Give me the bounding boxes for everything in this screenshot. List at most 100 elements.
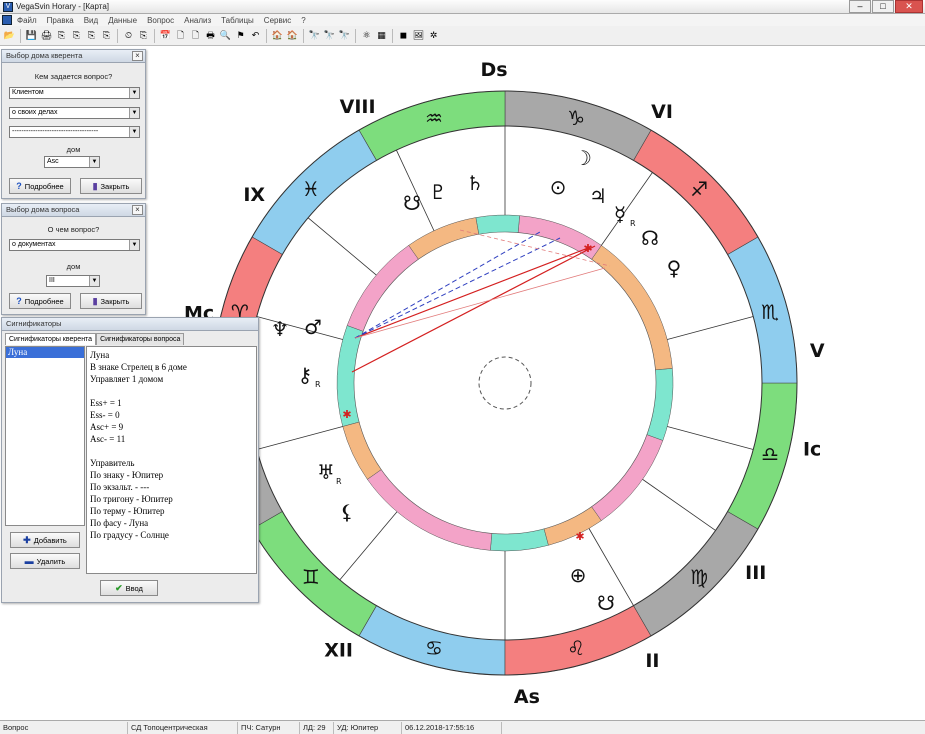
toolbar-button-16-icon[interactable]: 🏠 — [271, 29, 284, 42]
detail-line: Управляет 1 домом — [90, 374, 164, 384]
question-house-select[interactable]: III ▼ — [46, 275, 100, 287]
toolbar-button-5-icon[interactable]: ⎘ — [85, 29, 98, 42]
help-icon: ? — [16, 181, 22, 191]
delete-button[interactable]: ▬ Удалить — [10, 553, 80, 569]
question-close-button[interactable]: ▮ Закрыть — [80, 293, 142, 309]
lilith-planet-icon: ⚸ — [340, 500, 355, 524]
status-datetime: 06.12.2018-17:55:16 — [402, 721, 502, 734]
house-label: IX — [243, 184, 265, 206]
querent-extra-select[interactable]: ------------------------------------- ▼ — [9, 126, 140, 138]
close-icon[interactable]: × — [132, 205, 143, 215]
minimize-button[interactable]: – — [849, 0, 871, 13]
menu-data[interactable]: Данные — [103, 16, 142, 25]
house-label: As — [514, 686, 540, 708]
close-icon[interactable]: × — [132, 51, 143, 61]
toolbar-button-7-icon[interactable]: ⏲ — [122, 29, 135, 42]
panel-title: Сигнификаторы — [2, 318, 258, 331]
significators-list[interactable]: Луна — [5, 346, 85, 526]
toolbar-button-12-icon[interactable]: 🖶 — [204, 29, 217, 42]
toolbar-button-14-icon[interactable]: ⚑ — [234, 29, 247, 42]
toolbar-button-21-icon[interactable]: ⚛ — [360, 29, 373, 42]
title-bar: V VegaSvin Horary - [Карта] – □ ✕ — [0, 0, 925, 14]
toolbar-button-15-icon[interactable]: ↶ — [249, 29, 262, 42]
add-button[interactable]: ✚ Добавить — [10, 532, 80, 548]
saturn-planet-icon: ♄ — [466, 171, 484, 195]
toolbar-button-17-icon[interactable]: 🏠 — [286, 29, 299, 42]
menu-tables[interactable]: Таблицы — [216, 16, 259, 25]
menu-question[interactable]: Вопрос — [142, 16, 179, 25]
toolbar-button-19-icon[interactable]: 🔭 — [323, 29, 336, 42]
detail-line: По терму - Юпитер — [90, 506, 165, 516]
detail-line: Ess- = 0 — [90, 410, 120, 420]
mercury-planet-icon: ☿ — [614, 202, 626, 226]
menu-service[interactable]: Сервис — [259, 16, 296, 25]
detail-line: По тригону - Юпитер — [90, 494, 173, 504]
tab-querent-significators[interactable]: Сигнификаторы кверента — [5, 333, 97, 345]
toolbar-separator — [303, 28, 304, 43]
querent-more-button[interactable]: ? Подробнее — [9, 178, 71, 194]
house-label: XII — [324, 639, 353, 661]
menu-help[interactable]: ? — [296, 16, 310, 25]
significators-title: Сигнификаторы — [6, 319, 62, 328]
zodiac-sign-icon: ♏ — [761, 300, 779, 324]
pluto-planet-icon: ♇ — [429, 180, 447, 204]
panel-title: Выбор дома кверента × — [2, 50, 145, 63]
document-icon[interactable] — [2, 15, 12, 25]
querent-house-panel: Выбор дома кверента × Кем задается вопрос… — [1, 49, 146, 199]
more-label: Подробнее — [24, 296, 64, 306]
status-moon-day: ЛД: 29 — [300, 721, 334, 734]
question-about-select[interactable]: о документах ▼ — [9, 239, 140, 251]
detail-line: Asc+ = 9 — [90, 422, 124, 432]
toolbar-button-9-icon[interactable]: 📅 — [159, 29, 172, 42]
detail-line: В знаке Стрелец в 6 доме — [90, 362, 187, 372]
ok-button[interactable]: ✔ Ввод — [100, 580, 158, 596]
querent-about-select[interactable]: о своих делах ▼ — [9, 107, 140, 119]
toolbar-button-11-icon[interactable]: 🗋 — [189, 29, 202, 42]
house-label: Ic — [803, 438, 821, 460]
toolbar-button-8-icon[interactable]: ⎘ — [137, 29, 150, 42]
what-about-label: О чем вопрос? — [47, 225, 100, 234]
toolbar-button-3-icon[interactable]: ⎘ — [55, 29, 68, 42]
querent-house-select[interactable]: Asc ▼ — [44, 156, 100, 168]
help-icon: ? — [16, 296, 22, 306]
list-item[interactable]: Луна — [6, 347, 84, 358]
status-hour-ruler: ПЧ: Сатурн — [238, 721, 300, 734]
question-more-button[interactable]: ? Подробнее — [9, 293, 71, 309]
toolbar-button-18-icon[interactable]: 🔭 — [308, 29, 321, 42]
toolbar-separator — [266, 28, 267, 43]
toolbar-button-20-icon[interactable]: 🔭 — [338, 29, 351, 42]
querent-who-select[interactable]: Клиентом ▼ — [9, 87, 140, 99]
zodiac-sign-icon: ♎ — [761, 442, 779, 466]
toolbar-button-6-icon[interactable]: ⎘ — [100, 29, 113, 42]
star-marker-icon: ✱ — [342, 408, 351, 421]
uranus-planet-icon: ♅ — [317, 460, 335, 484]
querent-close-button[interactable]: ▮ Закрыть — [80, 178, 142, 194]
more-label: Подробнее — [24, 181, 64, 191]
toolbar-button-25-icon[interactable]: ✲ — [427, 29, 440, 42]
querent-panel-title: Выбор дома кверента — [6, 51, 83, 60]
zodiac-sign-icon: ♓ — [302, 177, 320, 201]
retrograde-mark: R — [315, 380, 321, 389]
toolbar-button-2-icon[interactable]: 🖨 — [40, 29, 53, 42]
menu-analysis[interactable]: Анализ — [179, 16, 216, 25]
toolbar-button-24-icon[interactable]: 🖼 — [412, 29, 425, 42]
toolbar-button-4-icon[interactable]: ⎘ — [70, 29, 83, 42]
maximize-button[interactable]: □ — [872, 0, 894, 13]
toolbar-button-10-icon[interactable]: 🗋 — [174, 29, 187, 42]
tab-question-significators[interactable]: Сигнификаторы вопроса — [96, 333, 185, 345]
detail-line — [90, 385, 253, 397]
close-window-button[interactable]: ✕ — [895, 0, 923, 13]
add-label: Добавить — [33, 535, 67, 545]
toolbar-button-0-icon[interactable]: 📂 — [3, 29, 16, 42]
chevron-down-icon: ▼ — [129, 108, 139, 118]
menu-file[interactable]: Файл — [12, 16, 42, 25]
star-marker-icon: ✱ — [583, 242, 592, 255]
zodiac-sign-icon: ♐ — [690, 177, 708, 201]
toolbar-button-1-icon[interactable]: 💾 — [25, 29, 38, 42]
toolbar-button-23-icon[interactable]: ◼ — [397, 29, 410, 42]
menu-view[interactable]: Вид — [79, 16, 103, 25]
toolbar-button-13-icon[interactable]: 🔍 — [219, 29, 232, 42]
toolbar-button-22-icon[interactable]: ▦ — [375, 29, 388, 42]
menu-edit[interactable]: Правка — [42, 16, 79, 25]
status-mode: Вопрос — [0, 721, 128, 734]
